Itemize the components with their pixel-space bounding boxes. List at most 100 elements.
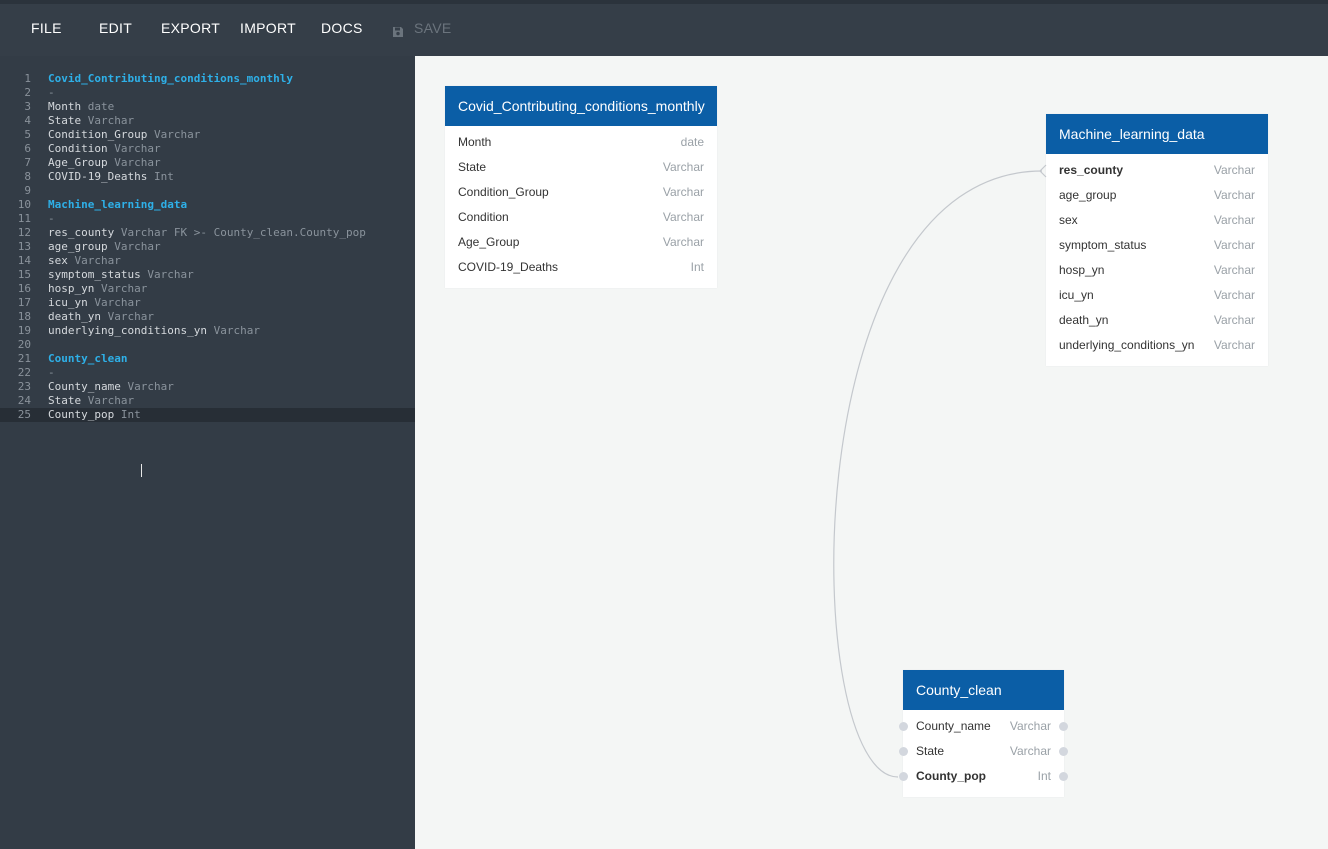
code-token: underlying_conditions_yn [48,324,214,337]
table-card-ml[interactable]: Machine_learning_data res_county Varchar ag… [1046,114,1268,366]
table-card-county[interactable]: County_clean County_name Varchar State Varch… [899,670,1068,797]
field-name: sex [1059,213,1078,227]
table-field-row[interactable]: County_pop Int [899,764,1068,789]
table-field-row[interactable]: symptom_status Varchar [1046,233,1268,258]
line-number: 4 [24,114,31,127]
table-field-row[interactable]: sex Varchar [1046,208,1268,233]
code-token: Month [48,100,88,113]
code-line[interactable]: 25 County_pop Int [0,408,415,422]
connector-handle-right[interactable] [1059,772,1068,781]
file-menu[interactable]: FILE [31,20,62,36]
connector-handle-left[interactable] [899,772,908,781]
field-name: County_name [916,719,991,733]
code-type: Varchar [107,310,154,323]
code-text: Machine_learning_data [48,198,187,212]
code-line[interactable]: 14 sex Varchar [0,254,415,268]
code-line[interactable]: 9 [0,184,415,198]
field-name: icu_yn [1059,288,1094,302]
code-type: Varchar [87,114,135,127]
code-token: State [48,394,88,407]
code-line[interactable]: 12 res_county Varchar FK >- County_clean.… [0,226,415,240]
table-header[interactable]: Machine_learning_data [1046,114,1268,154]
table-field-row[interactable]: hosp_yn Varchar [1046,258,1268,283]
code-line[interactable]: 19 underlying_conditions_yn Varchar [0,324,415,338]
table-field-row[interactable]: COVID-19_Deaths Int [445,255,717,280]
code-text: Condition_Group Varchar [48,128,200,142]
code-type: Varchar [127,380,174,393]
table-card-covid[interactable]: Covid_Contributing_conditions_monthly Mon… [445,86,717,288]
code-line[interactable]: 24 State Varchar [0,394,415,408]
edit-menu[interactable]: EDIT [99,20,132,36]
code-line[interactable]: 22 - [0,366,415,380]
code-token: County_pop [48,408,121,421]
code-line[interactable]: 13 age_group Varchar [0,240,415,254]
field-name: Condition_Group [458,185,549,199]
code-type: Varchar [147,268,194,281]
code-editor[interactable]: 1 Covid_Contributing_conditions_monthly 2-… [0,56,415,849]
export-menu[interactable]: EXPORT [161,20,220,36]
code-line[interactable]: 4 State Varchar [0,114,415,128]
docs-menu[interactable]: DOCS [321,20,363,36]
code-text: County_name Varchar [48,380,174,394]
code-token: icu_yn [48,296,95,309]
line-number: 22 [17,366,31,379]
table-field-row[interactable]: underlying_conditions_yn Varchar [1046,333,1268,358]
code-token: hosp_yn [48,282,101,295]
code-line[interactable]: 2- [0,86,415,100]
code-text: COVID-19_Deaths Int [48,170,174,184]
code-line[interactable]: 18 death_yn Varchar [0,310,415,324]
code-text: State Varchar [48,114,134,128]
field-name: County_pop [916,769,986,783]
connector-handle-left[interactable] [899,747,908,756]
connector-handle-right[interactable] [1059,722,1068,731]
table-field-row[interactable]: County_name Varchar [899,714,1068,739]
line-number: 2 [24,86,31,99]
code-line[interactable]: 6 Condition Varchar [0,142,415,156]
table-field-row[interactable]: icu_yn Varchar [1046,283,1268,308]
table-field-row[interactable]: death_yn Varchar [1046,308,1268,333]
code-text: State Varchar [48,394,134,408]
table-header[interactable]: Covid_Contributing_conditions_monthly [445,86,717,126]
code-line[interactable]: 23 County_name Varchar [0,380,415,394]
code-token: symptom_status [48,268,148,281]
table-header[interactable]: County_clean [903,670,1064,710]
connector-handle-left[interactable] [899,722,908,731]
table-field-row[interactable]: Condition Varchar [445,205,717,230]
code-line[interactable]: 17 icu_yn Varchar [0,296,415,310]
code-text: - [48,366,55,380]
field-name: hosp_yn [1059,263,1105,277]
line-number: 23 [17,380,31,393]
code-line[interactable]: 7 Age_Group Varchar [0,156,415,170]
code-table-name: Machine_learning_data [48,198,188,211]
code-type: Varchar [114,156,161,169]
code-line[interactable]: 1 Covid_Contributing_conditions_monthly [0,72,415,86]
code-text: age_group Varchar [48,240,161,254]
code-type: Varchar [114,142,161,155]
code-line[interactable]: 8 COVID-19_Deaths Int [0,170,415,184]
table-field-row[interactable]: State Varchar [445,155,717,180]
table-field-row[interactable]: State Varchar [899,739,1068,764]
field-type: Varchar [1213,313,1255,327]
field-name: Age_Group [458,235,520,249]
code-line[interactable]: 16 hosp_yn Varchar [0,282,415,296]
save-button[interactable]: SAVE [414,20,452,36]
code-line[interactable]: 21 County_clean [0,352,415,366]
code-text: underlying_conditions_yn Varchar [48,324,260,338]
table-field-row[interactable]: Condition_Group Varchar [445,180,717,205]
code-line[interactable]: 3 Month date [0,100,415,114]
code-token: - [48,366,55,379]
code-line[interactable]: 10 Machine_learning_data [0,198,415,212]
code-text: County_pop Int [48,408,141,422]
table-field-row[interactable]: res_county Varchar [1046,158,1268,183]
connector-handle-right[interactable] [1059,747,1068,756]
code-line[interactable]: 5 Condition_Group Varchar [0,128,415,142]
code-line[interactable]: 15 symptom_status Varchar [0,268,415,282]
table-field-row[interactable]: Month date [445,130,717,155]
table-field-row[interactable]: Age_Group Varchar [445,230,717,255]
import-menu[interactable]: IMPORT [240,20,296,36]
diagram-canvas[interactable]: Covid_Contributing_conditions_monthly Mon… [415,56,1328,849]
field-type: Varchar [662,210,704,224]
table-field-row[interactable]: age_group Varchar [1046,183,1268,208]
code-line[interactable]: 20 [0,338,415,352]
code-line[interactable]: 11 - [0,212,415,226]
